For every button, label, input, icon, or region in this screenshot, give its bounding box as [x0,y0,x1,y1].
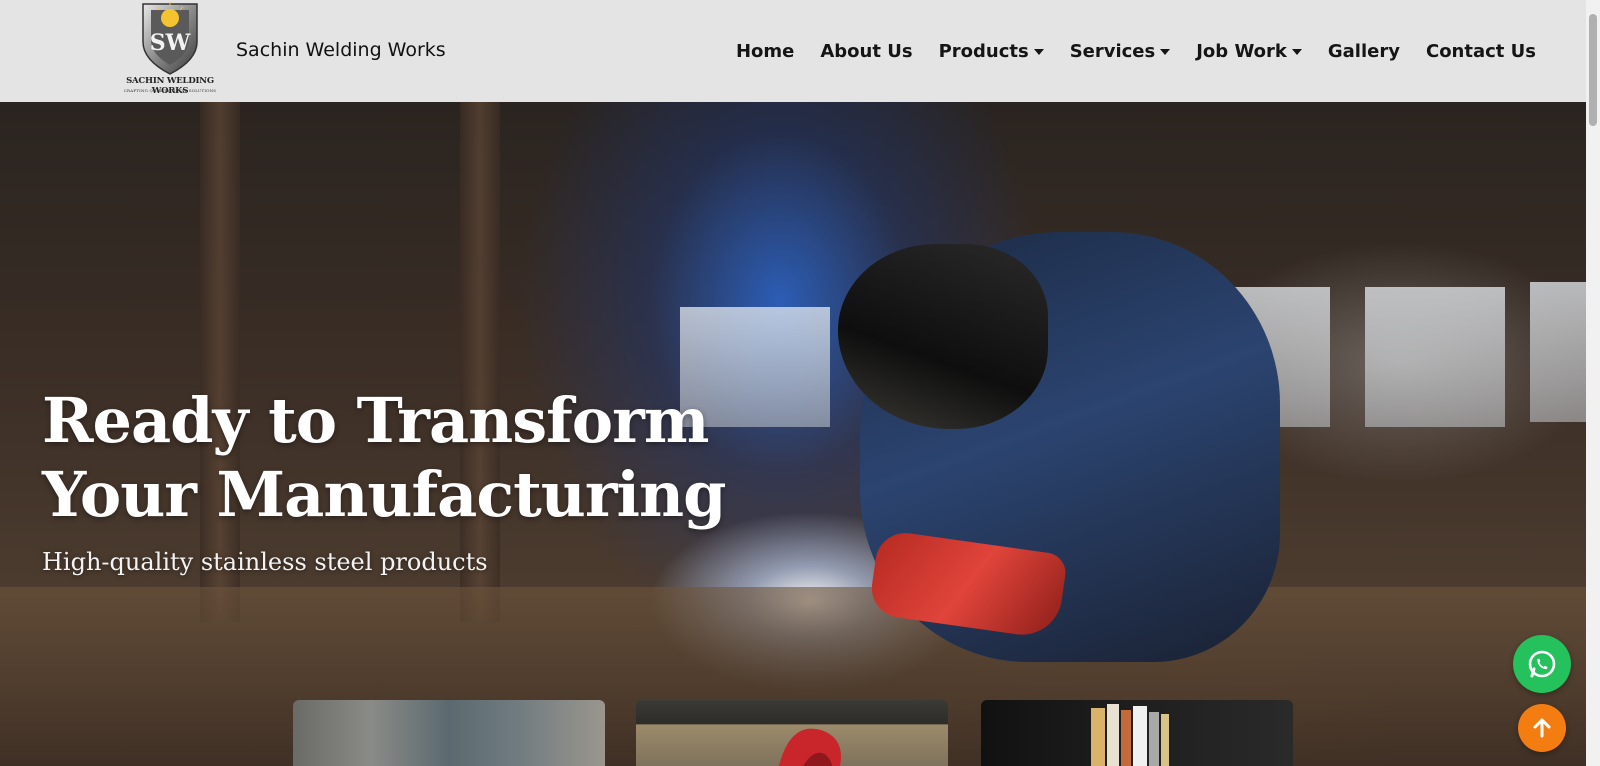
nav-services-label: Services [1069,40,1156,62]
scrollbar-thumb[interactable] [1589,14,1597,126]
product-card-building-facade[interactable] [293,700,605,766]
nav-gallery-label: Gallery [1327,40,1400,62]
arrow-up-icon [1533,718,1551,738]
nav-job-work-label: Job Work [1196,40,1287,62]
product-card-red-sculpture[interactable] [636,700,948,766]
back-to-top-button[interactable] [1518,704,1566,752]
brand-name[interactable]: Sachin Welding Works [236,39,446,61]
product-card-steel-profiles[interactable] [981,700,1293,766]
nav-gallery[interactable]: Gallery [1328,41,1400,62]
page-scrollbar[interactable] [1586,0,1600,766]
nav-home[interactable]: Home [736,41,794,62]
caret-down-icon [1291,49,1302,55]
steel-profiles-image [1091,704,1169,766]
nav-services[interactable]: Services [1070,41,1171,62]
nav-home-label: Home [735,40,795,62]
red-steel-sculpture-image [779,728,841,766]
nav-products[interactable]: Products [939,41,1044,62]
nav-about-us-label: About Us [820,40,913,62]
nav-about-us[interactable]: About Us [820,41,912,62]
site-logo[interactable]: SW SACHIN WELDING WORKS CRAFTING QUALITY… [113,2,227,96]
hero-title: Ready to Transform Your Manufacturing [42,384,726,531]
whatsapp-icon [1528,650,1556,678]
whatsapp-button[interactable] [1513,635,1571,693]
nav-contact-us-label: Contact Us [1425,40,1536,62]
caret-down-icon [1160,49,1171,55]
caret-down-icon [1033,49,1044,55]
logo-company-name: SACHIN WELDING WORKS [126,76,214,96]
nav-contact-us[interactable]: Contact Us [1426,41,1536,62]
site-header: SW SACHIN WELDING WORKS CRAFTING QUALITY… [0,0,1586,102]
svg-text:SW: SW [150,30,191,56]
shield-sw-logo-icon: SW [142,2,198,75]
main-nav: Home About Us Products Services Job Work… [710,37,1536,65]
nav-products-label: Products [938,40,1029,62]
background-pillar [460,102,500,622]
logo-tagline: CRAFTING QUALITY METAL SOLUTIONS [123,88,217,93]
hero-section: Ready to Transform Your Manufacturing Hi… [0,102,1586,766]
background-window [1365,287,1505,427]
hero-subtitle: High-quality stainless steel products [42,548,488,576]
background-pillar [200,102,240,622]
nav-job-work[interactable]: Job Work [1196,41,1302,62]
background-window [1530,282,1586,422]
